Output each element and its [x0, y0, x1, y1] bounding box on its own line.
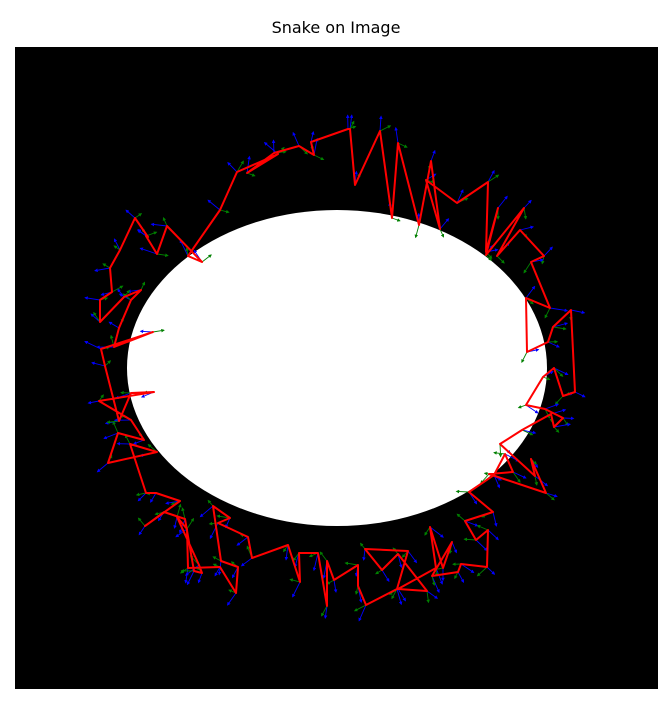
chart-figure: Snake on Image — [15, 18, 658, 689]
plot-area — [15, 47, 658, 689]
internal-force-arrow — [455, 489, 470, 494]
internal-force-arrow — [498, 443, 503, 458]
chart-title: Snake on Image — [272, 18, 401, 37]
external-force-arrow — [271, 139, 276, 154]
